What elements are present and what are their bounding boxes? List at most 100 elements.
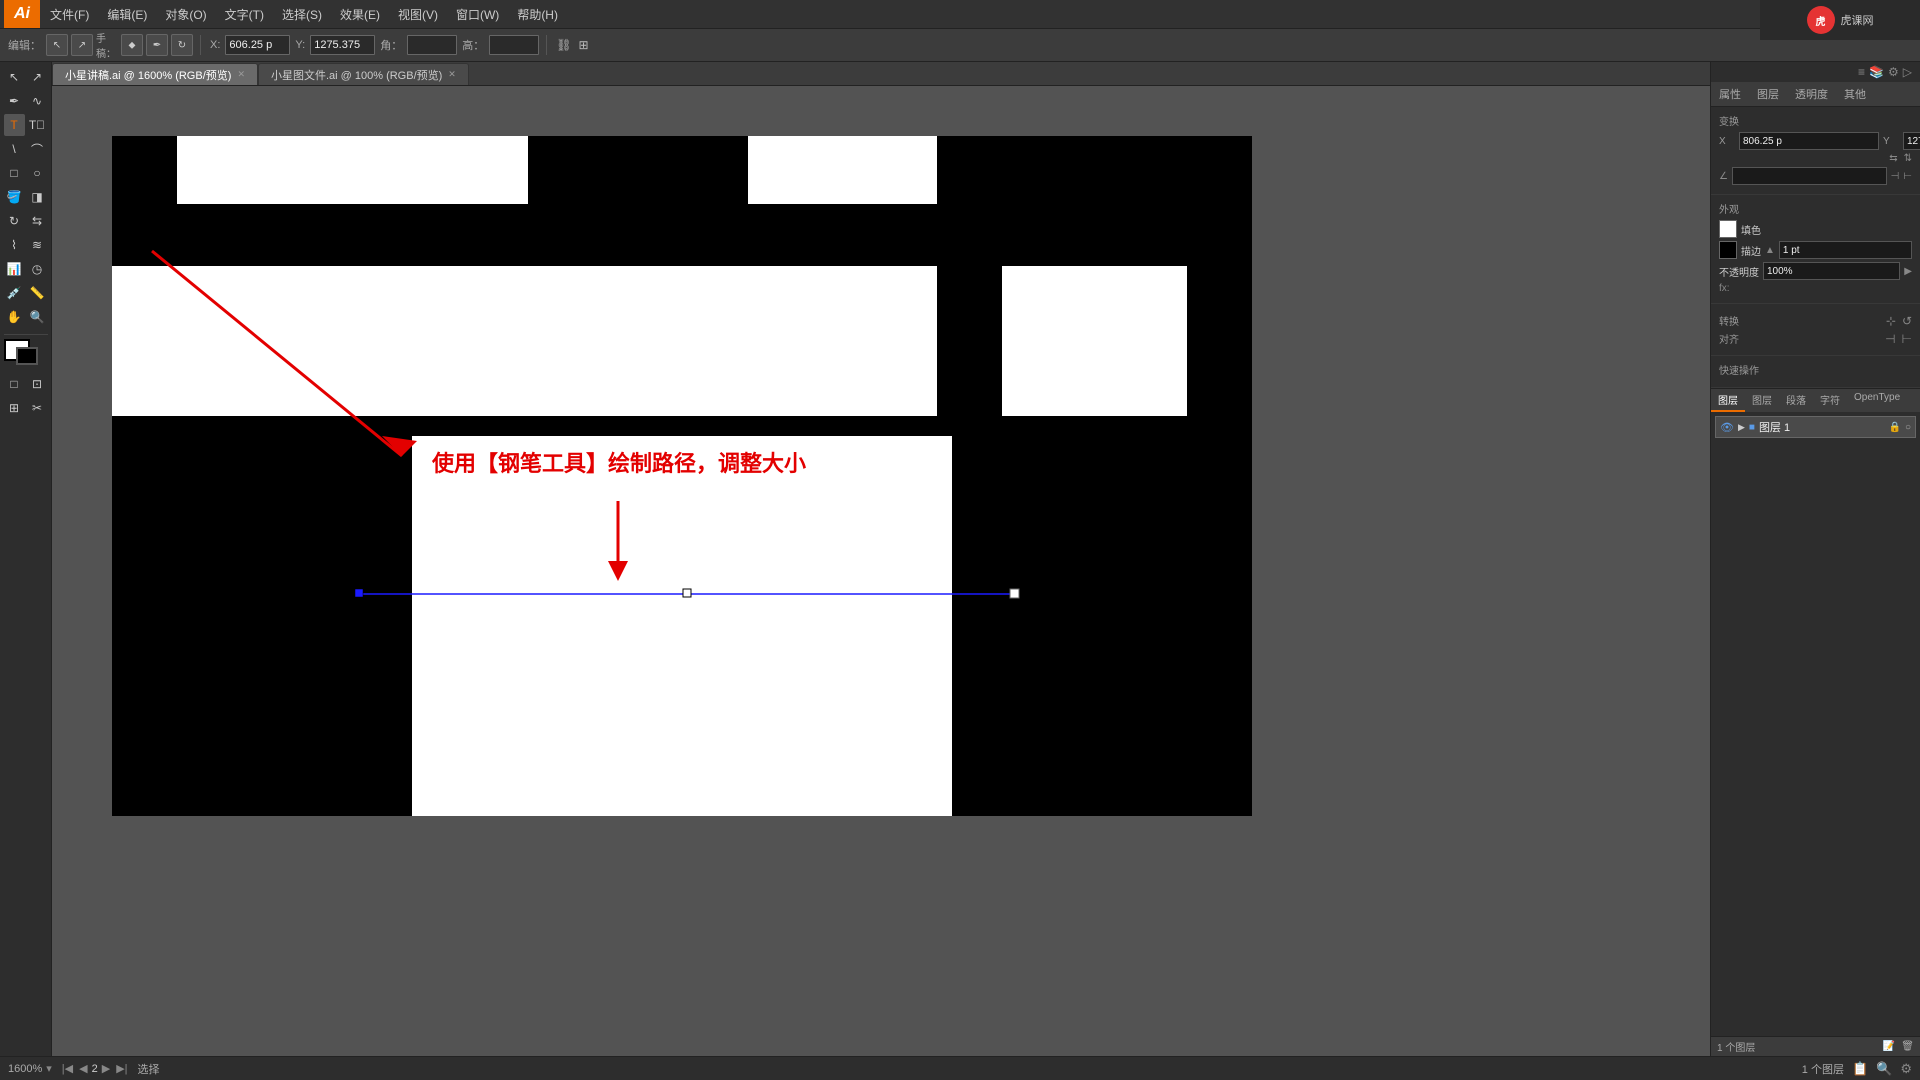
line-tool[interactable]: \ xyxy=(4,138,25,160)
align-left-icon[interactable]: ⊣ xyxy=(1891,171,1900,182)
menu-help[interactable]: 帮助(H) xyxy=(509,4,566,25)
new-layer-icon[interactable]: 📝 xyxy=(1883,1041,1895,1052)
measure-tool[interactable]: 📏 xyxy=(27,282,48,304)
collapse-icon[interactable]: ▷ xyxy=(1903,65,1912,79)
libraries-icon[interactable]: 📚 xyxy=(1869,65,1884,79)
menu-view[interactable]: 视图(V) xyxy=(390,4,446,25)
zoom-tool[interactable]: 🔍 xyxy=(27,306,48,328)
arc-tool[interactable]: ⌒ xyxy=(27,138,48,160)
direct-selection-tool[interactable]: ↗ xyxy=(27,66,48,88)
menu-edit[interactable]: 编辑(E) xyxy=(99,4,155,25)
menu-text[interactable]: 文字(T) xyxy=(217,4,272,25)
opacity-arrow[interactable]: ▶ xyxy=(1904,266,1912,277)
menu-object[interactable]: 对象(O) xyxy=(157,4,214,25)
layer-1-row[interactable]: 👁 ▶ ■ 图层 1 🔒 ○ xyxy=(1715,416,1916,438)
menu-effect[interactable]: 效果(E) xyxy=(332,4,388,25)
tab-2-close[interactable]: ✕ xyxy=(448,69,456,80)
slice-tool[interactable]: ✂ xyxy=(27,397,48,419)
lp-tab-opentype[interactable]: OpenType xyxy=(1847,389,1907,412)
anchor-tool-btn[interactable]: ⬥ xyxy=(121,34,143,56)
stroke-up-icon[interactable]: ▲ xyxy=(1765,245,1775,256)
fill-stroke-colors[interactable] xyxy=(4,339,48,371)
flip-v-icon[interactable]: ⇅ xyxy=(1904,153,1912,164)
paint-bucket[interactable]: 🪣 xyxy=(4,186,25,208)
transform-y-input[interactable] xyxy=(1903,132,1920,150)
tab-2[interactable]: 小星图文件.ai @ 100% (RGB/预览) ✕ xyxy=(258,63,469,85)
menu-select[interactable]: 选择(S) xyxy=(274,4,330,25)
align-icon-2[interactable]: ⊢ xyxy=(1902,332,1912,346)
x-coord-input[interactable] xyxy=(225,35,290,55)
pie-graph[interactable]: ◷ xyxy=(27,258,48,280)
stroke-width-input[interactable] xyxy=(1779,241,1912,259)
status-icon-1[interactable]: 📋 xyxy=(1852,1061,1868,1077)
menu-file[interactable]: 文件(F) xyxy=(42,4,97,25)
direct-select-btn[interactable]: ↗ xyxy=(71,34,93,56)
artboard-tool[interactable]: ⊞ xyxy=(4,397,25,419)
reflect-tool[interactable]: ⇆ xyxy=(27,210,48,232)
fill-color-swatch[interactable] xyxy=(1719,220,1737,238)
layer-visibility-icon[interactable]: 👁 xyxy=(1720,421,1734,434)
current-page[interactable]: 2 xyxy=(92,1063,98,1075)
lp-tab-paragraph[interactable]: 段落 xyxy=(1779,389,1813,412)
settings-icon[interactable]: ⚙ xyxy=(1888,65,1899,79)
transform-icon-2[interactable]: ↺ xyxy=(1902,314,1912,328)
draw-inside[interactable]: ⊡ xyxy=(27,373,48,395)
transform-x-input[interactable] xyxy=(1739,132,1879,150)
lp-tab-layers[interactable]: 图层 xyxy=(1711,389,1745,412)
lp-tab-character[interactable]: 字符 xyxy=(1813,389,1847,412)
pen-tool-btn[interactable]: ✒ xyxy=(146,34,168,56)
touch-type-tool[interactable]: T⃝ xyxy=(27,114,48,136)
zoom-dropdown-icon[interactable]: ▾ xyxy=(46,1062,52,1075)
first-page-btn[interactable]: |◀ xyxy=(60,1062,75,1075)
rp-tab-libraries[interactable]: 图层 xyxy=(1749,82,1787,106)
align-icon-1[interactable]: ⊣ xyxy=(1885,332,1895,346)
canvas-viewport[interactable]: 使用【钢笔工具】绘制路径，调整大小 xyxy=(52,86,1710,1056)
warp-tool[interactable]: ≋ xyxy=(27,234,48,256)
zoom-value[interactable]: 1600% xyxy=(8,1063,42,1075)
prev-page-btn[interactable]: ◀ xyxy=(77,1062,89,1075)
normal-mode[interactable]: □ xyxy=(4,373,25,395)
pen-tool[interactable]: ✒ xyxy=(4,90,25,112)
angle-input[interactable] xyxy=(407,35,457,55)
chain-icon[interactable]: ⛓ xyxy=(554,36,573,54)
selection-tool[interactable]: ↖ xyxy=(4,66,25,88)
transform-icon-1[interactable]: ⊹ xyxy=(1886,314,1896,328)
tab-bar: 小星讲稿.ai @ 1600% (RGB/预览) ✕ 小星图文件.ai @ 10… xyxy=(52,62,1710,86)
rp-tab-properties[interactable]: 属性 xyxy=(1711,82,1749,106)
curvature-tool[interactable]: ∿ xyxy=(27,90,48,112)
flip-h-icon[interactable]: ⇆ xyxy=(1889,153,1897,164)
rotate-tool-btn[interactable]: ↻ xyxy=(171,34,193,56)
tab-1-close[interactable]: ✕ xyxy=(237,69,245,80)
y-coord-input[interactable] xyxy=(310,35,375,55)
last-page-btn[interactable]: ▶| xyxy=(114,1062,129,1075)
delete-layer-icon[interactable]: 🗑 xyxy=(1901,1041,1914,1052)
rotate-tool-left[interactable]: ↻ xyxy=(4,210,25,232)
height-input[interactable] xyxy=(489,35,539,55)
next-page-btn[interactable]: ▶ xyxy=(100,1062,112,1075)
select-tool-btn[interactable]: ↖ xyxy=(46,34,68,56)
tab-1[interactable]: 小星讲稿.ai @ 1600% (RGB/预览) ✕ xyxy=(52,63,258,85)
gradient-tool[interactable]: ◨ xyxy=(27,186,48,208)
opacity-input[interactable] xyxy=(1763,262,1900,280)
column-graph[interactable]: 📊 xyxy=(4,258,25,280)
layer-expand-icon[interactable]: ▶ xyxy=(1738,422,1745,433)
lp-tab-layers2[interactable]: 图层 xyxy=(1745,389,1779,412)
stroke-color-swatch[interactable] xyxy=(1719,241,1737,259)
rp-tab-other[interactable]: 其他 xyxy=(1836,82,1874,106)
rp-tab-transparency[interactable]: 透明度 xyxy=(1787,82,1836,106)
status-icon-3[interactable]: ⚙ xyxy=(1900,1061,1912,1077)
ellipse-tool[interactable]: ○ xyxy=(27,162,48,184)
align-right-icon[interactable]: ⊢ xyxy=(1903,171,1912,182)
properties-icon[interactable]: ≡ xyxy=(1858,65,1865,79)
type-tool[interactable]: T xyxy=(4,114,25,136)
eyedropper-tool[interactable]: 💉 xyxy=(4,282,25,304)
align-icon[interactable]: ⊞ xyxy=(576,36,590,54)
transform-angle-input[interactable] xyxy=(1732,167,1887,185)
menu-window[interactable]: 窗口(W) xyxy=(448,4,507,25)
hand-tool[interactable]: ✋ xyxy=(4,306,25,328)
status-icon-2[interactable]: 🔍 xyxy=(1876,1061,1892,1077)
layer-target-icon[interactable]: ○ xyxy=(1905,422,1911,433)
layer-lock-icon[interactable]: 🔒 xyxy=(1889,422,1901,433)
rect-tool[interactable]: □ xyxy=(4,162,25,184)
width-tool[interactable]: ⌇ xyxy=(4,234,25,256)
